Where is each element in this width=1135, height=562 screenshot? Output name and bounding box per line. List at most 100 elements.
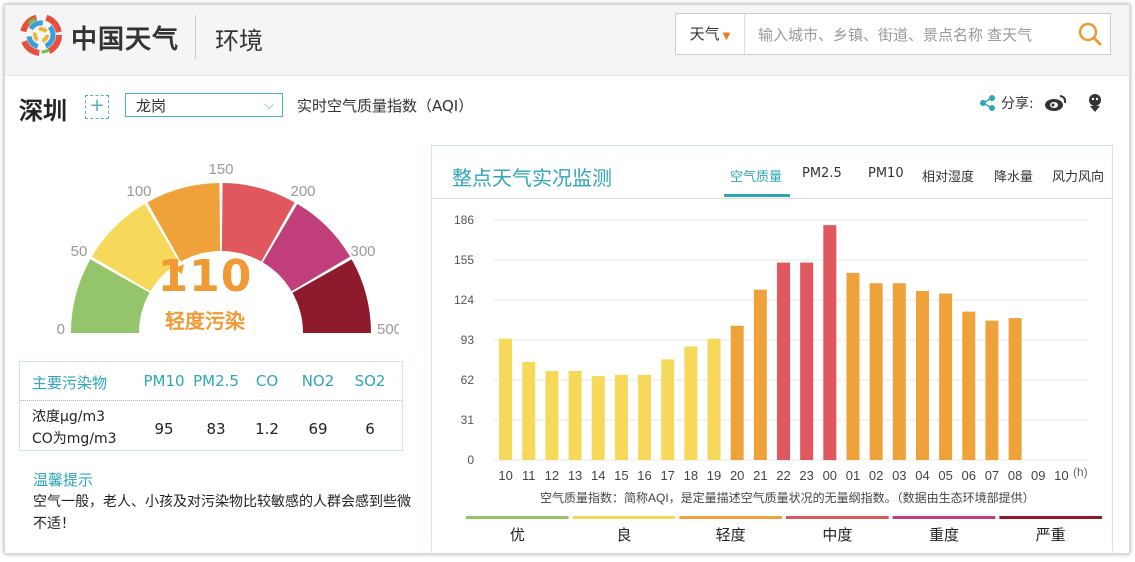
search-box: 天气 ▼ (675, 13, 1111, 55)
aqi-bar[interactable] (1008, 318, 1022, 460)
x-tick-label: 19 (707, 468, 721, 483)
header-divider (195, 15, 196, 59)
aqi-bar[interactable] (499, 338, 513, 460)
aqi-bar[interactable] (753, 289, 767, 460)
chart-note: 空气质量指数：简称AQI，是定量描述空气质量状况的无量纲指数。（数据由生态环境部… (540, 490, 1035, 505)
gauge-scale-label: 300 (351, 243, 376, 260)
share-bar: 分享: (979, 91, 1108, 115)
share-icon[interactable] (979, 94, 997, 112)
y-tick-label: 124 (454, 293, 474, 307)
weibo-icon[interactable] (1044, 94, 1068, 112)
aqi-bar[interactable] (777, 262, 790, 460)
aqi-bar[interactable] (730, 325, 744, 460)
add-city-button[interactable]: + (85, 95, 109, 119)
legend-swatch (892, 516, 996, 519)
pm10-value: 95 (154, 420, 174, 438)
aqi-bar[interactable] (985, 320, 999, 460)
x-tick-label: 23 (799, 468, 813, 483)
aqi-bar[interactable] (800, 262, 814, 460)
x-tick-label: 18 (684, 468, 698, 483)
tab-humidity[interactable]: 相对湿度 (922, 166, 974, 185)
x-tick-label: 20 (730, 468, 744, 483)
tip-title: 温馨提示 (33, 471, 94, 489)
aqi-bar[interactable] (591, 376, 605, 460)
aqi-value: 110 (157, 251, 253, 302)
aqi-bar[interactable] (684, 346, 698, 460)
search-type-dropdown[interactable]: 天气 ▼ (676, 14, 745, 54)
x-tick-label: 10 (498, 468, 512, 483)
search-input[interactable] (756, 22, 1060, 48)
aqi-bar[interactable] (522, 361, 536, 460)
legend-label: 优 (510, 527, 525, 544)
aqi-bar[interactable] (661, 359, 675, 460)
x-tick-label: 21 (753, 468, 767, 483)
tab-precipitation[interactable]: 降水量 (994, 166, 1033, 185)
x-tick-label: 14 (591, 468, 605, 483)
gauge-scale-label: 100 (126, 183, 151, 200)
legend-swatch (786, 516, 889, 519)
weather-logo-icon[interactable] (19, 13, 63, 57)
legend-label: 轻度 (716, 527, 746, 544)
aqi-bar[interactable] (707, 338, 721, 460)
search-type-label: 天气 (689, 25, 720, 43)
gauge-scale-label: 50 (71, 243, 88, 260)
search-icon[interactable] (1070, 14, 1110, 54)
brand-name[interactable]: 中国天气 (71, 19, 179, 56)
aqi-bar[interactable] (915, 290, 929, 460)
tab-pm10[interactable]: PM10 (868, 166, 904, 181)
aqi-bar[interactable] (869, 283, 883, 460)
tab-pm25[interactable]: PM2.5 (802, 166, 842, 181)
gauge-scale-label: 150 (208, 161, 233, 178)
aqi-bar[interactable] (638, 374, 652, 460)
wechat-icon[interactable] (1082, 93, 1108, 113)
aqi-bar[interactable] (568, 370, 582, 460)
pollutant-col-pm25: PM2.5 (193, 372, 239, 390)
pm25-value: 83 (206, 420, 226, 438)
gauge-scale-label: 0 (57, 321, 65, 338)
x-tick-label: 04 (915, 468, 929, 483)
aqi-bar[interactable] (614, 374, 628, 460)
x-axis-unit: (h) (1073, 465, 1088, 479)
x-tick-label: 08 (1008, 468, 1022, 483)
x-tick-label: 22 (776, 468, 790, 483)
aqi-bar[interactable] (545, 370, 559, 460)
x-tick-label: 10 (1054, 468, 1068, 483)
so2-value: 6 (365, 420, 375, 438)
aqi-level: 轻度污染 (165, 309, 245, 333)
x-tick-label: 13 (568, 468, 582, 483)
pollutant-col-co: CO (255, 372, 279, 390)
legend-label: 严重 (1036, 527, 1066, 544)
top-bar: 中国天气 环境 天气 ▼ (5, 5, 1129, 76)
x-tick-label: 09 (1031, 468, 1045, 483)
pollutant-col-no2: NO2 (301, 372, 335, 390)
district-select[interactable]: 龙岗 ⌵ (125, 93, 283, 117)
x-tick-label: 05 (938, 468, 952, 483)
aqi-bar[interactable] (939, 293, 953, 460)
legend-label: 良 (616, 527, 631, 544)
aqi-bar[interactable] (892, 283, 906, 460)
legend-swatch (572, 516, 676, 519)
caret-down-icon: ▼ (722, 31, 731, 42)
gauge-scale-label: 500 (377, 321, 399, 338)
active-tab-indicator (724, 194, 790, 197)
section-title[interactable]: 环境 (215, 21, 263, 56)
gauge-scale-label: 200 (290, 183, 315, 200)
legend-swatch (999, 516, 1102, 519)
aqi-bar-chart: 0 31 62 93 124 155 186 10 11 12 13 14 15 16 17 18 19 20 21… (454, 213, 1102, 544)
share-label: 分享: (1001, 96, 1034, 112)
city-name: 深圳 (19, 97, 67, 125)
x-tick-label: 16 (637, 468, 651, 483)
aqi-bar[interactable] (823, 225, 837, 460)
aqi-bar[interactable] (962, 311, 976, 460)
y-tick-label: 155 (454, 253, 474, 267)
chevron-down-icon: ⌵ (264, 98, 274, 113)
x-tick-label: 11 (522, 468, 536, 483)
tab-air-quality[interactable]: 空气质量 (730, 166, 782, 185)
aqi-bar[interactable] (846, 272, 860, 460)
legend-swatch (679, 516, 782, 519)
x-tick-label: 12 (545, 468, 559, 483)
tab-wind[interactable]: 风力风向 (1052, 166, 1104, 185)
pollutant-header-label: 主要污染物 (32, 374, 108, 392)
legend-swatch (466, 516, 569, 519)
pollutant-table-header: 主要污染物 PM10 PM2.5 CO NO2 SO2 (20, 362, 402, 401)
